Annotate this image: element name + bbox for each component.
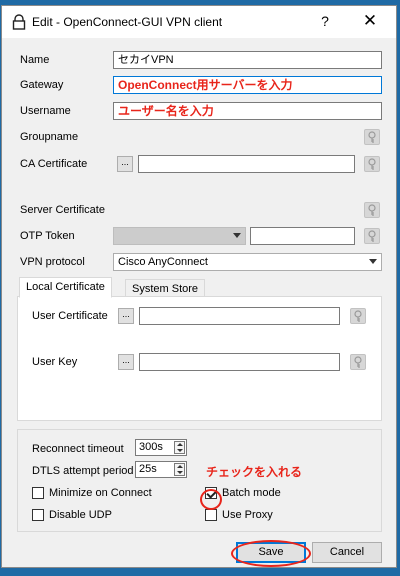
edit-dialog: Edit - OpenConnect-GUI VPN client ? ✕ Na… bbox=[1, 5, 397, 568]
user-key-key-icon[interactable] bbox=[350, 354, 366, 370]
user-cert-key-icon[interactable] bbox=[350, 308, 366, 324]
ca-key-icon[interactable] bbox=[364, 156, 380, 172]
reconnect-timeout-spinner[interactable]: 300s bbox=[135, 439, 187, 456]
spinner-arrows-icon[interactable] bbox=[174, 441, 185, 454]
tab-local-certificate[interactable]: Local Certificate bbox=[19, 277, 112, 298]
server-cert-key-icon[interactable] bbox=[364, 202, 380, 218]
ca-certificate-label: CA Certificate bbox=[20, 158, 88, 170]
minimize-checkbox[interactable] bbox=[32, 487, 44, 499]
window-title: Edit - OpenConnect-GUI VPN client bbox=[32, 15, 223, 29]
server-certificate-label: Server Certificate bbox=[20, 204, 105, 216]
spinner-arrows-icon[interactable] bbox=[174, 463, 185, 476]
otp-key-icon[interactable] bbox=[364, 228, 380, 244]
name-input[interactable]: セカイVPN bbox=[113, 51, 382, 69]
dtls-period-spinner[interactable]: 25s bbox=[135, 461, 187, 478]
disable-udp-checkbox[interactable] bbox=[32, 509, 44, 521]
groupname-key-icon[interactable] bbox=[364, 129, 380, 145]
vpn-protocol-value: Cisco AnyConnect bbox=[118, 256, 208, 268]
gateway-label: Gateway bbox=[20, 79, 64, 91]
groupname-label: Groupname bbox=[20, 131, 79, 143]
batch-mode-label: Batch mode bbox=[222, 487, 281, 499]
user-key-input[interactable] bbox=[139, 353, 340, 371]
title-bar: Edit - OpenConnect-GUI VPN client ? ✕ bbox=[2, 6, 396, 38]
gateway-input[interactable]: OpenConnect用サーバーを入力 bbox=[113, 76, 382, 94]
vpn-protocol-label: VPN protocol bbox=[20, 256, 85, 268]
user-certificate-input[interactable] bbox=[139, 307, 340, 325]
reconnect-timeout-label: Reconnect timeout bbox=[32, 443, 124, 455]
cancel-button[interactable]: Cancel bbox=[312, 542, 382, 563]
otp-token-label: OTP Token bbox=[20, 230, 75, 242]
check-annotation: チェックを入れる bbox=[206, 465, 303, 479]
help-button[interactable]: ? bbox=[315, 13, 335, 29]
chevron-down-icon bbox=[369, 259, 377, 264]
ca-browse-button[interactable]: ... bbox=[117, 156, 133, 172]
close-button[interactable]: ✕ bbox=[358, 11, 382, 31]
dtls-period-label: DTLS attempt period bbox=[32, 465, 134, 477]
vpn-protocol-select[interactable]: Cisco AnyConnect bbox=[113, 253, 382, 271]
otp-type-select[interactable] bbox=[113, 227, 246, 245]
name-label: Name bbox=[20, 54, 50, 66]
user-key-label: User Key bbox=[32, 356, 78, 368]
username-input[interactable]: ユーザー名を入力 bbox=[113, 102, 382, 120]
batch-mode-checkbox[interactable] bbox=[205, 487, 217, 499]
minimize-label: Minimize on Connect bbox=[49, 487, 152, 499]
use-proxy-label: Use Proxy bbox=[222, 509, 273, 521]
lock-icon bbox=[12, 14, 26, 30]
user-certificate-label: User Certificate bbox=[32, 310, 108, 322]
otp-token-input[interactable] bbox=[250, 227, 355, 245]
username-label: Username bbox=[20, 105, 71, 117]
use-proxy-checkbox[interactable] bbox=[205, 509, 217, 521]
reconnect-timeout-value: 300s bbox=[139, 441, 163, 453]
ca-certificate-input[interactable] bbox=[138, 155, 355, 173]
save-button[interactable]: Save bbox=[236, 542, 306, 563]
user-key-browse-button[interactable]: ... bbox=[118, 354, 134, 370]
disable-udp-label: Disable UDP bbox=[49, 509, 112, 521]
user-cert-browse-button[interactable]: ... bbox=[118, 308, 134, 324]
dtls-period-value: 25s bbox=[139, 463, 157, 475]
